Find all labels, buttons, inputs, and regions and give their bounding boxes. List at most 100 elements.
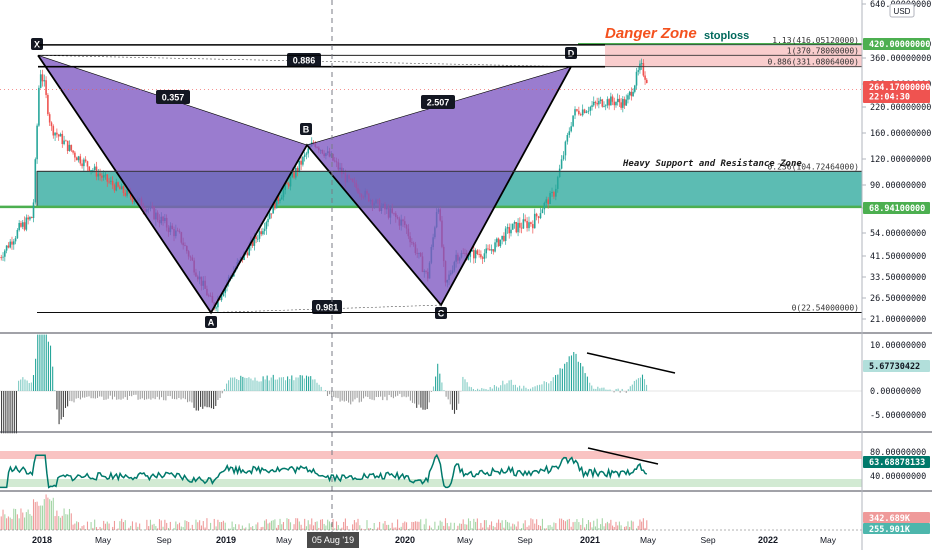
candle-body [524,219,526,221]
candle-body [258,231,261,239]
candle-body [21,222,24,227]
candle-body [265,222,268,229]
candle-body [289,176,292,187]
candle-body [532,224,534,229]
fib-label: 0.886(331.08064000) [767,58,859,67]
candle-body [120,186,123,190]
candle-body [119,186,121,190]
time-tick-label: 2018 [32,535,52,545]
candle-body [568,131,571,135]
candle-body [551,191,553,194]
candle-body [535,213,538,217]
candle-body [36,125,38,160]
price-tick-label: 120.00000000 [870,155,931,165]
candle-body [9,241,12,248]
candle-body [27,217,29,220]
candle-body [490,249,493,251]
candle-body [86,161,89,167]
macd-tick-label: 10.00000000 [870,341,926,351]
candle-body [610,96,612,106]
candle-body [616,98,619,102]
candle-body [50,122,53,127]
candle-body [499,239,502,247]
candle-body [65,140,67,142]
candle-body [61,133,64,145]
candle-body [38,87,40,126]
candle-body [75,157,78,161]
candle-body [20,222,22,227]
candle-body [596,103,598,105]
point-label-x[interactable]: X [31,38,43,50]
candle-body [543,202,546,210]
volume-badge-1[interactable]: 342.689K [863,512,930,524]
support-price-badge-text: 68.94100000 [869,204,925,214]
candle-body [32,202,35,219]
candle-body [72,150,74,153]
candle-body [528,222,530,229]
candle-body [501,235,503,240]
point-label-b[interactable]: B [300,123,312,135]
candle-body [606,99,609,106]
candle-body [603,106,605,108]
volume-badge-2-text: 255.901K [869,525,911,535]
macd-value-badge[interactable]: 5.67730422 [863,360,930,372]
point-label-d[interactable]: D [565,47,577,59]
candle-body [481,257,484,259]
volume-badge-2[interactable]: 255.901K [863,523,930,535]
candle-body [7,245,10,248]
point-label-text: C [438,309,445,319]
support-price-badge[interactable]: 68.94100000 [863,202,930,214]
candle-body [293,171,295,178]
candle-body [508,227,511,234]
candle-body [594,101,597,104]
candle-body [566,134,569,142]
candle-body [599,99,602,101]
candle-body [637,70,640,72]
candle-body [632,91,634,97]
candle-body [474,250,477,259]
candle-body [104,174,107,176]
candle-body [280,197,283,200]
candle-body [555,188,557,197]
price-tick-label: 33.50000000 [870,273,926,283]
candle-body [16,229,19,239]
candle-body [492,249,495,252]
time-tick-label: 2020 [395,535,415,545]
candle-body [497,238,500,247]
candle-body [279,199,281,201]
candle-body [615,101,617,106]
candle-body [92,170,94,171]
candle-body [537,216,540,219]
candle-body [45,80,47,95]
candle-body [547,199,549,204]
candle-body [587,110,590,112]
trading-chart[interactable]: X A B C D 0.357 2.507 0.886 0.981 1.13(416.05120… [0,0,932,550]
candle-body [591,105,593,107]
candle-body [506,227,509,229]
candle-body [574,109,576,116]
price-tick-label: 360.00000000 [870,54,931,64]
currency-chip[interactable]: USD [889,3,915,18]
candle-body [583,109,586,113]
rsi-value-badge[interactable]: 63.68878133 [863,456,930,468]
ratio-label: 2.507 [421,95,455,109]
candle-body [287,183,290,187]
candle-body [556,177,559,189]
candle-body [39,74,42,88]
candle-body [503,235,505,241]
rsi-oversold-band [0,479,862,487]
candle-body [99,173,101,176]
candle-body [84,159,87,162]
candle-body [539,213,542,219]
stoploss-price-badge-text: 420.00000000 [869,40,930,50]
candle-body [29,217,31,220]
candle-body [133,201,136,203]
last-price-badge[interactable]: 264.1700000022:04:30 [863,81,930,103]
candle-body [485,248,488,254]
candle-body [83,159,85,167]
candle-body [111,180,114,186]
candle-body [255,236,257,239]
candle-body [296,167,299,172]
stoploss-price-badge[interactable]: 420.00000000 [863,38,930,50]
point-label-a[interactable]: A [205,316,217,328]
